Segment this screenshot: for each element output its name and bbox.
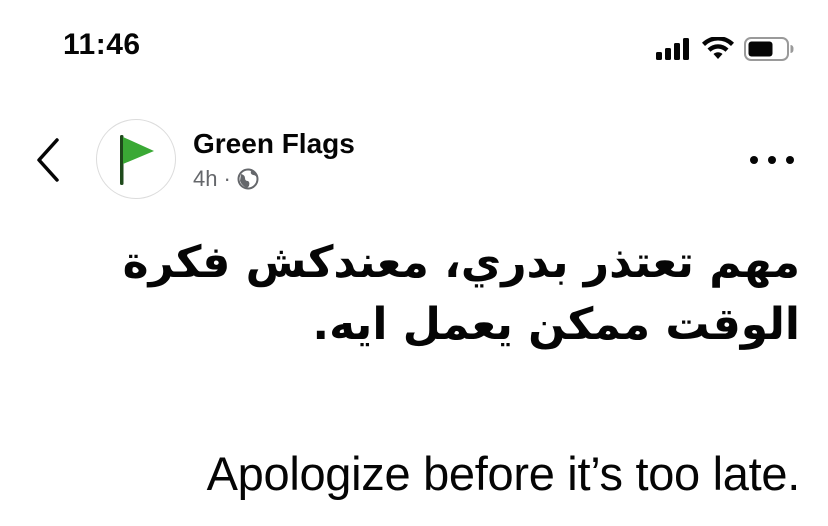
- more-options-button[interactable]: [750, 150, 794, 170]
- post-body: مهم تعتذر بدري، معندكش فكرة الوقت ممكن ي…: [30, 232, 801, 500]
- post-time[interactable]: 4h: [193, 166, 217, 192]
- cellular-signal-icon: [656, 38, 689, 60]
- status-time: 11:46: [63, 28, 141, 61]
- arabic-line-2: الوقت ممكن يعمل ايه.: [312, 299, 800, 350]
- ellipsis-dot: [768, 156, 776, 164]
- ellipsis-dot: [750, 156, 758, 164]
- avatar[interactable]: [96, 119, 176, 199]
- ellipsis-dot: [786, 156, 794, 164]
- arabic-text: مهم تعتذر بدري، معندكش فكرة الوقت ممكن ي…: [30, 232, 800, 356]
- page-name[interactable]: Green Flags: [193, 128, 355, 160]
- english-text: Apologize before it’s too late.: [206, 447, 801, 500]
- wifi-icon: [702, 37, 734, 59]
- green-flag-icon: [120, 135, 154, 185]
- battery-icon: [744, 37, 794, 61]
- arabic-line-1: مهم تعتذر بدري، معندكش فكرة: [122, 237, 800, 288]
- back-button[interactable]: [30, 134, 66, 186]
- post-meta: 4h ·: [193, 166, 259, 192]
- globe-icon: [237, 168, 259, 190]
- status-icons: [656, 36, 794, 62]
- chevron-left-icon: [37, 138, 59, 182]
- status-bar: 11:46: [0, 0, 828, 96]
- meta-separator: ·: [223, 166, 231, 191]
